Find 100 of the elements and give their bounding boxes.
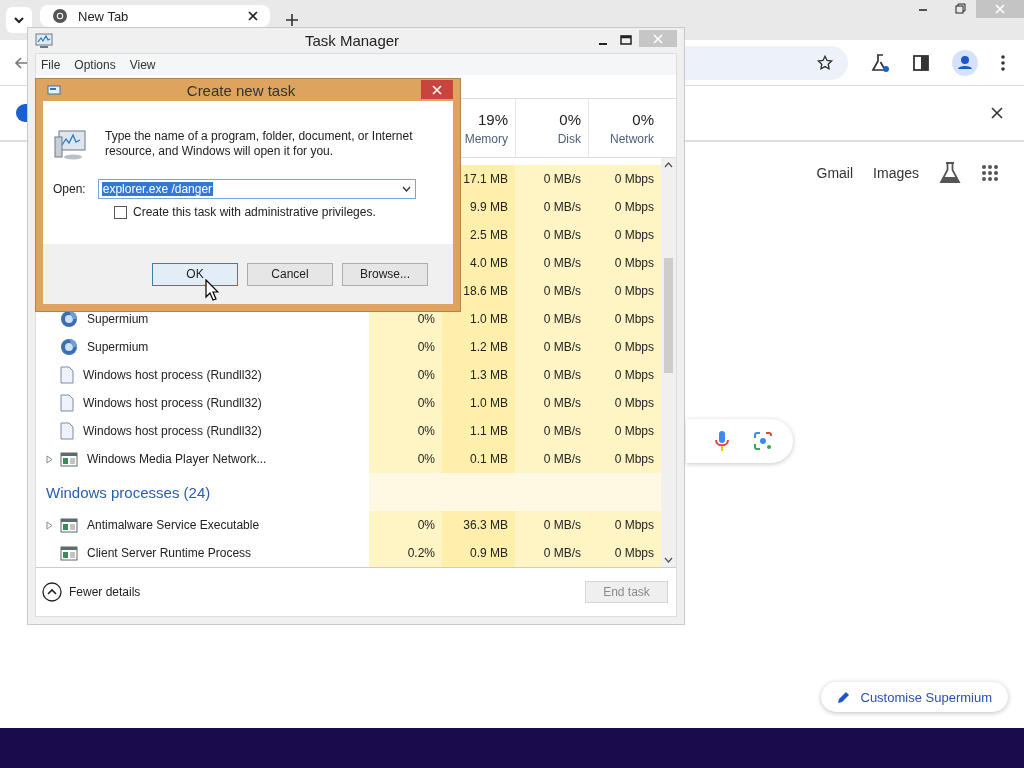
column-header[interactable]: 0% Network <box>588 99 661 157</box>
document-icon <box>60 394 74 412</box>
disk-cell: 0 MB/s <box>515 277 588 305</box>
camera-search-icon[interactable] <box>753 431 773 451</box>
checkbox-label: Create this task with administrative privileges. <box>133 205 376 219</box>
scroll-down-icon[interactable] <box>664 557 673 563</box>
disk-cell: 0 MB/s <box>515 333 588 361</box>
disk-cell: 0 MB/s <box>515 165 588 193</box>
task-manager-icon <box>35 32 53 49</box>
close-icon <box>432 84 442 95</box>
header-link[interactable]: Images <box>873 165 919 181</box>
profile-avatar-icon[interactable] <box>952 49 978 76</box>
cpu-cell: 0% <box>369 389 442 417</box>
disk-cell: 0 MB/s <box>515 305 588 333</box>
side-panel-icon[interactable] <box>912 53 930 72</box>
menu-item[interactable]: File <box>41 57 61 72</box>
fewer-details-link[interactable]: Fewer details <box>42 582 141 602</box>
customise-button[interactable]: Customise Supermium <box>820 682 1008 712</box>
back-arrow-icon[interactable] <box>14 55 28 70</box>
tab-title: New Tab <box>78 8 130 24</box>
cpu-cell: 0.2% <box>369 539 442 567</box>
run-icon <box>47 85 61 95</box>
disk-cell: 0 MB/s <box>515 511 588 539</box>
close-button[interactable] <box>421 80 453 99</box>
app-window-icon <box>60 517 78 533</box>
memory-cell: 0.1 MB <box>442 445 515 473</box>
network-cell: 0 Mbps <box>588 333 661 361</box>
computer-icon <box>53 129 87 161</box>
network-cell: 0 Mbps <box>588 417 661 445</box>
chevron-down-icon <box>14 16 24 24</box>
scroll-thumb[interactable] <box>664 258 673 373</box>
close-icon[interactable] <box>248 11 258 21</box>
star-icon[interactable] <box>816 53 834 72</box>
microphone-icon[interactable] <box>715 430 729 452</box>
cpu-cell: 0% <box>369 333 442 361</box>
close-icon <box>995 4 1005 14</box>
checkbox[interactable] <box>114 205 127 219</box>
memory-cell: 36.3 MB <box>442 511 515 539</box>
memory-cell: 1.0 MB <box>442 305 515 333</box>
disk-cell: 0 MB/s <box>515 417 588 445</box>
browser-tab[interactable]: New Tab <box>40 5 270 27</box>
menu-item[interactable]: Options <box>74 57 116 72</box>
scrollbar[interactable] <box>661 158 676 567</box>
open-combobox[interactable]: explorer.exe /danger <box>97 179 416 199</box>
network-cell: 0 Mbps <box>588 249 661 277</box>
app-window-icon <box>60 451 78 467</box>
tab-list-button[interactable] <box>6 7 32 33</box>
process-name: Supermium <box>87 340 149 354</box>
flask-icon[interactable] <box>870 52 890 73</box>
disk-cell: 0 MB/s <box>515 221 588 249</box>
collapse-up-icon <box>42 582 62 602</box>
browser-logo-icon <box>60 310 78 328</box>
app-window-icon <box>60 545 78 561</box>
network-cell: 0 Mbps <box>588 305 661 333</box>
new-tab-icon[interactable] <box>286 14 298 26</box>
globe-icon <box>16 104 27 122</box>
pencil-icon <box>836 690 851 704</box>
header-link[interactable]: Gmail <box>816 165 854 181</box>
browse-button[interactable]: Browse... <box>342 262 428 286</box>
disk-cell: 0 MB/s <box>515 389 588 417</box>
disk-cell: 0 MB/s <box>515 249 588 277</box>
flask-icon[interactable] <box>939 161 961 185</box>
document-icon <box>60 366 74 384</box>
network-cell: 0 Mbps <box>588 165 661 193</box>
disk-cell: 0 MB/s <box>515 539 588 567</box>
dropdown-caret-icon[interactable] <box>401 186 411 192</box>
column-header[interactable]: 0% Disk <box>515 99 588 157</box>
document-icon <box>60 422 74 440</box>
cancel-button[interactable]: Cancel <box>247 262 333 286</box>
open-label: Open: <box>53 182 86 196</box>
network-cell: 0 Mbps <box>588 277 661 305</box>
memory-cell: 0.9 MB <box>442 539 515 567</box>
window-title: Task Manager <box>303 32 401 49</box>
menu-icon[interactable] <box>1000 53 1006 72</box>
cpu-cell: 0% <box>369 511 442 539</box>
close-icon <box>653 33 663 44</box>
process-name: Client Server Runtime Process <box>87 546 252 560</box>
network-cell: 0 Mbps <box>588 511 661 539</box>
network-cell: 0 Mbps <box>588 389 661 417</box>
dialog-title: Create new task <box>185 81 297 99</box>
network-cell: 0 Mbps <box>588 539 661 567</box>
ok-button[interactable]: OK <box>152 262 238 286</box>
scroll-up-icon[interactable] <box>664 162 673 168</box>
process-name: Supermium <box>87 312 149 326</box>
close-icon[interactable] <box>991 107 1003 119</box>
cpu-cell: 0% <box>369 417 442 445</box>
process-name: Windows Media Player Network... <box>87 452 267 466</box>
column-percent: 0% <box>559 110 581 128</box>
menu-item[interactable]: View <box>129 57 156 72</box>
column-label: Network <box>610 131 654 146</box>
column-label: Memory <box>464 131 508 146</box>
process-name: Windows host process (Rundll32) <box>83 424 262 438</box>
expand-arrow-icon[interactable] <box>46 454 53 464</box>
process-name: Antimalware Service Executable <box>87 518 260 532</box>
browser-logo-icon <box>60 338 78 356</box>
expand-arrow-icon[interactable] <box>46 520 53 530</box>
process-name: Windows host process (Rundll32) <box>83 396 262 410</box>
memory-cell: 1.1 MB <box>442 417 515 445</box>
cpu-cell: 0% <box>369 361 442 389</box>
apps-grid-icon[interactable] <box>981 164 999 182</box>
